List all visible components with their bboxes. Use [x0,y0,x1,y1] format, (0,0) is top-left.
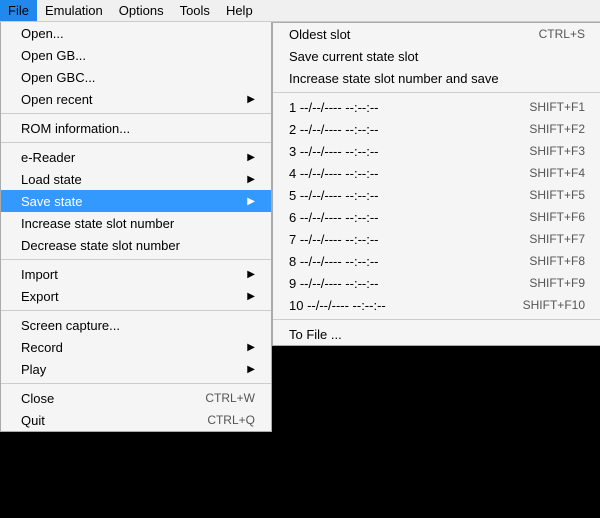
shortcut-f4: SHIFT+F4 [529,166,585,180]
menu-item-open-gbc[interactable]: Open GBC... [1,66,271,88]
shortcut-f2: SHIFT+F2 [529,122,585,136]
shortcut-f5: SHIFT+F5 [529,188,585,202]
menubar-tools[interactable]: Tools [172,0,218,21]
arrow-icon: ▶ [247,269,255,280]
submenu-item-slot-7[interactable]: 7 --/--/---- --:--:-- SHIFT+F7 [273,228,600,250]
menubar-help[interactable]: Help [218,0,261,21]
submenu-item-slot-5[interactable]: 5 --/--/---- --:--:-- SHIFT+F5 [273,184,600,206]
menu-item-decrease-slot[interactable]: Decrease state slot number [1,234,271,256]
menubar-emulation[interactable]: Emulation [37,0,111,21]
bottom-left-black [0,448,272,518]
submenu-separator-1 [273,92,600,93]
menu-item-save-state[interactable]: Save state ▶ [1,190,271,212]
submenu-item-slot-10[interactable]: 10 --/--/---- --:--:-- SHIFT+F10 [273,294,600,316]
shortcut-f10: SHIFT+F10 [523,298,585,312]
shortcut-f6: SHIFT+F6 [529,210,585,224]
menu-item-quit[interactable]: Quit CTRL+Q [1,409,271,431]
separator-1 [1,113,271,114]
menu-item-ereader[interactable]: e-Reader ▶ [1,146,271,168]
menubar-options[interactable]: Options [111,0,172,21]
submenu-item-oldest-slot[interactable]: Oldest slot CTRL+S [273,23,600,45]
submenu-item-slot-6[interactable]: 6 --/--/---- --:--:-- SHIFT+F6 [273,206,600,228]
arrow-icon: ▶ [247,196,255,207]
separator-2 [1,142,271,143]
menubar: File Emulation Options Tools Help [0,0,600,22]
submenu-item-save-current[interactable]: Save current state slot [273,45,600,67]
shortcut-f1: SHIFT+F1 [529,100,585,114]
arrow-icon: ▶ [247,364,255,375]
menu-item-rom-info[interactable]: ROM information... [1,117,271,139]
shortcut-oldest: CTRL+S [539,27,585,41]
menu-item-open-gb[interactable]: Open GB... [1,44,271,66]
submenu-item-slot-1[interactable]: 1 --/--/---- --:--:-- SHIFT+F1 [273,96,600,118]
submenu-item-slot-9[interactable]: 9 --/--/---- --:--:-- SHIFT+F9 [273,272,600,294]
shortcut-f9: SHIFT+F9 [529,276,585,290]
menu-item-export[interactable]: Export ▶ [1,285,271,307]
bottom-right-black [272,448,600,518]
menu-item-open-recent[interactable]: Open recent ▶ [1,88,271,110]
save-state-submenu: Oldest slot CTRL+S Save current state sl… [272,22,600,346]
submenu-item-slot-3[interactable]: 3 --/--/---- --:--:-- SHIFT+F3 [273,140,600,162]
separator-5 [1,383,271,384]
arrow-icon: ▶ [247,152,255,163]
arrow-icon: ▶ [247,342,255,353]
submenu-item-slot-4[interactable]: 4 --/--/---- --:--:-- SHIFT+F4 [273,162,600,184]
menu-item-screen-capture[interactable]: Screen capture... [1,314,271,336]
arrow-icon: ▶ [247,174,255,185]
menu-item-record[interactable]: Record ▶ [1,336,271,358]
shortcut-close: CTRL+W [205,391,255,405]
menu-item-play[interactable]: Play ▶ [1,358,271,380]
shortcut-f8: SHIFT+F8 [529,254,585,268]
separator-3 [1,259,271,260]
submenu-item-slot-2[interactable]: 2 --/--/---- --:--:-- SHIFT+F2 [273,118,600,140]
submenu-item-increase-and-save[interactable]: Increase state slot number and save [273,67,600,89]
menubar-file[interactable]: File [0,0,37,21]
separator-4 [1,310,271,311]
submenu-item-slot-8[interactable]: 8 --/--/---- --:--:-- SHIFT+F8 [273,250,600,272]
arrow-icon: ▶ [247,94,255,105]
submenu-item-to-file[interactable]: To File ... [273,323,600,345]
shortcut-quit: CTRL+Q [207,413,255,427]
menu-item-close[interactable]: Close CTRL+W [1,387,271,409]
menu-item-import[interactable]: Import ▶ [1,263,271,285]
menu-item-increase-slot[interactable]: Increase state slot number [1,212,271,234]
submenu-separator-2 [273,319,600,320]
arrow-icon: ▶ [247,291,255,302]
shortcut-f7: SHIFT+F7 [529,232,585,246]
menu-item-open[interactable]: Open... [1,22,271,44]
file-menu: Open... Open GB... Open GBC... Open rece… [0,22,272,432]
menu-item-load-state[interactable]: Load state ▶ [1,168,271,190]
shortcut-f3: SHIFT+F3 [529,144,585,158]
